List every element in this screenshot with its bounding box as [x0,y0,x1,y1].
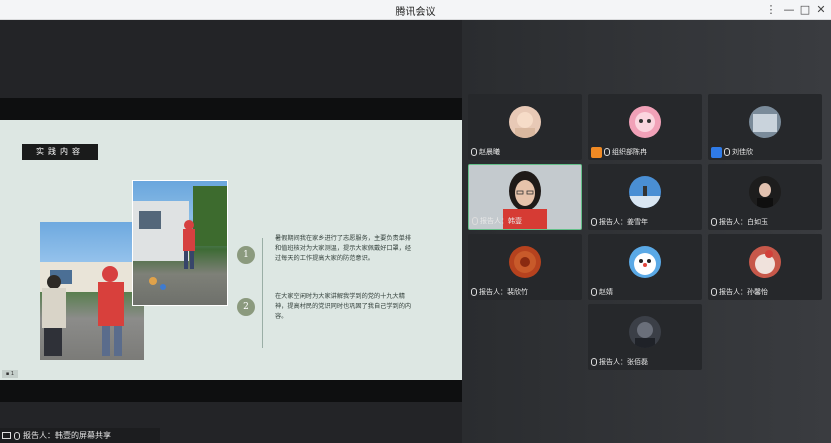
window-title: 腾讯会议 [395,7,436,18]
host-badge-icon [591,146,602,158]
title-bar: 腾讯会议 ⋮ — □ ✕ [0,0,831,20]
mic-off-icon [591,288,597,296]
close-button[interactable]: ✕ [813,2,829,18]
item-text-2: 在大家空闲时为大家讲解我学到的党的十九大精神，提高村民的党识同时也巩固了我自己学… [275,293,412,320]
item-number-1: 1 [237,246,255,264]
avatar [629,246,661,278]
mic-icon [14,431,20,440]
mic-off-icon [591,358,597,366]
mic-off-icon [711,288,717,296]
shared-screen-area: 实践内容 1 暑假期间我在家乡进行了志愿服务，主要负责单排和值班核对为大家测温，… [0,20,462,443]
tile-label: 报告人：白如玉 [711,216,768,228]
maximize-button[interactable]: □ [797,2,813,18]
tile-label: 报告人：裴欣竹 [471,286,528,298]
slide-title: 实践内容 [22,144,98,160]
participant-tile[interactable]: 赵晨曦 [468,94,582,160]
mic-on-icon [472,217,478,225]
participant-tile[interactable]: 赵婧 [588,234,702,300]
slide-divider [262,238,263,348]
tile-label: 报告人：韩壹 [472,215,522,227]
mic-off-icon [591,218,597,226]
tile-label: 组织部陈冉 [591,146,647,158]
avatar [509,246,541,278]
volunteer-photo-1 [40,222,144,360]
participant-tile[interactable]: 刘佳欣 [708,94,822,160]
participant-tile[interactable]: 报告人：孙馨怡 [708,234,822,300]
mic-off-icon [471,288,477,296]
participant-tile-active-speaker[interactable]: 报告人：韩壹 [468,164,582,230]
slide-top-band [0,98,462,120]
mic-off-icon [711,218,717,226]
mic-off-icon [724,148,730,156]
participant-tile[interactable]: 报告人：白如玉 [708,164,822,230]
tile-label: 赵晨曦 [471,146,500,158]
avatar [749,106,781,138]
participant-tile[interactable]: 报告人：姜雪年 [588,164,702,230]
tile-label: 报告人：张佰磊 [591,356,648,368]
avatar [629,316,661,348]
avatar [749,176,781,208]
slide-bottom-band [0,380,462,402]
tile-label: 报告人：姜雪年 [591,216,648,228]
avatar [509,106,541,138]
avatar [629,176,661,208]
participant-tile[interactable]: 组织部陈冉 [588,94,702,160]
participant-tile[interactable]: 报告人：裴欣竹 [468,234,582,300]
screen-share-status[interactable]: 报告人：韩壹的屏幕共享 [0,428,160,443]
slide-page-indicator: ▪ 1 [2,370,18,378]
participant-tile[interactable]: 报告人：张佰磊 [588,304,702,370]
item-text-1: 暑假期间我在家乡进行了志愿服务，主要负责单排和值班核对为大家测温，提示大家佩戴好… [275,235,412,262]
tile-label: 赵婧 [591,286,613,298]
screen-share-label: 报告人：韩壹的屏幕共享 [23,431,111,440]
cohost-badge-icon [711,146,722,158]
screen-share-icon [2,432,11,439]
pin-icon[interactable]: ⋮ [763,2,779,18]
item-number-2: 2 [237,298,255,316]
volunteer-photo-2 [132,180,228,306]
mic-off-icon [604,148,610,156]
avatar [629,106,661,138]
participant-panel: 赵晨曦 组织部陈冉 刘佳欣 报告人：韩壹 报告人：姜雪年 报告人：白如玉 报告人… [462,20,831,443]
avatar [749,246,781,278]
minimize-button[interactable]: — [781,2,797,18]
tile-label: 报告人：孙馨怡 [711,286,768,298]
tile-label: 刘佳欣 [711,146,753,158]
presentation-slide: 实践内容 1 暑假期间我在家乡进行了志愿服务，主要负责单排和值班核对为大家测温，… [0,120,462,380]
mic-off-icon [471,148,477,156]
